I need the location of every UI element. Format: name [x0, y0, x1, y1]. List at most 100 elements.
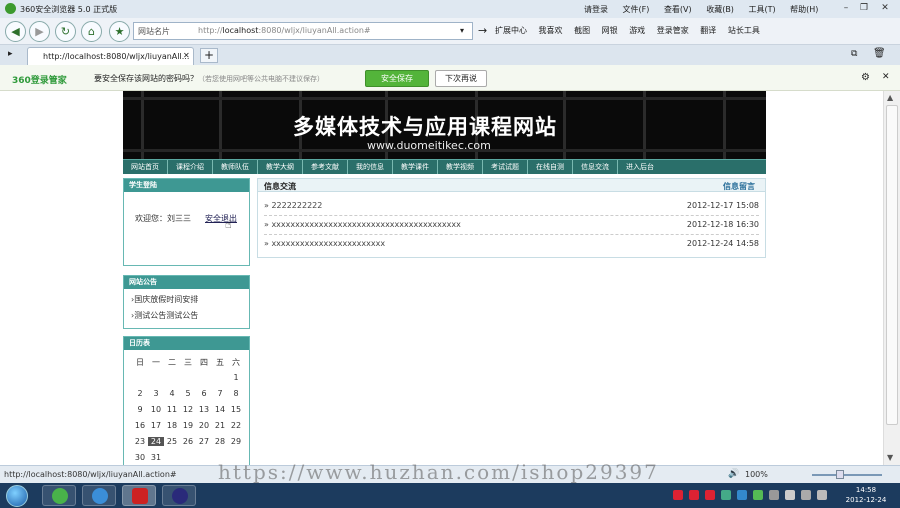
calendar-day[interactable]: 16: [132, 421, 148, 430]
calendar-day[interactable]: 22: [228, 421, 244, 430]
taskbar-clock[interactable]: 14:58 2012-12-24: [836, 485, 896, 505]
calendar-day[interactable]: 5: [180, 389, 196, 398]
nav-self-test[interactable]: 在线自测: [528, 160, 573, 174]
speaker-icon[interactable]: [817, 490, 827, 500]
scroll-down-icon[interactable]: ▼: [887, 453, 893, 462]
zoom-level[interactable]: 100%: [745, 470, 768, 479]
nav-my-info[interactable]: 我的信息: [348, 160, 393, 174]
menu-tools[interactable]: 工具(T): [748, 5, 775, 14]
login-manager-button[interactable]: 登录管家: [657, 26, 689, 35]
restore-tabs-icon[interactable]: ⧉: [851, 49, 857, 59]
home-icon[interactable]: ⌂: [81, 21, 102, 42]
calendar-day[interactable]: 7: [212, 389, 228, 398]
tray-icon[interactable]: [689, 490, 699, 500]
zoom-slider[interactable]: [812, 474, 882, 476]
nav-references[interactable]: 参考文献: [303, 160, 348, 174]
later-button[interactable]: 下次再说: [435, 70, 487, 87]
close-tab-icon[interactable]: ✕: [183, 51, 190, 60]
menu-view[interactable]: 查看(V): [664, 5, 692, 14]
calendar-day[interactable]: 12: [180, 405, 196, 414]
calendar-day[interactable]: 1: [228, 373, 244, 382]
minimize-icon[interactable]: –: [837, 2, 855, 15]
like-button[interactable]: 我喜欢: [539, 26, 563, 35]
network-icon[interactable]: [801, 490, 811, 500]
calendar-day[interactable]: 31: [148, 453, 164, 462]
calendar-day[interactable]: 8: [228, 389, 244, 398]
nav-admin[interactable]: 进入后台: [618, 160, 662, 174]
message-title[interactable]: » 2222222222: [264, 201, 322, 210]
calendar-day[interactable]: 28: [212, 437, 228, 446]
tray-icon[interactable]: [769, 490, 779, 500]
calendar-day[interactable]: 25: [164, 437, 180, 446]
webmaster-tools-button[interactable]: 站长工具: [728, 26, 760, 35]
calendar-day[interactable]: 9: [132, 405, 148, 414]
taskbar-360-browser[interactable]: [42, 485, 76, 506]
screenshot-button[interactable]: 截图: [574, 26, 590, 35]
calendar-day[interactable]: 19: [180, 421, 196, 430]
tray-icon[interactable]: [705, 490, 715, 500]
games-button[interactable]: 游戏: [629, 26, 645, 35]
tray-icon[interactable]: [673, 490, 683, 500]
nav-teachers[interactable]: 教师队伍: [213, 160, 258, 174]
calendar-day[interactable]: 4: [164, 389, 180, 398]
menu-favorites[interactable]: 收藏(B): [706, 5, 734, 14]
calendar-day[interactable]: 14: [212, 405, 228, 414]
sidebar-toggle-icon[interactable]: ▸: [8, 49, 13, 59]
nav-syllabus[interactable]: 教学大纲: [258, 160, 303, 174]
message-row[interactable]: » xxxxxxxxxxxxxxxxxxxxxxxx 2012-12-24 14…: [264, 236, 759, 254]
calendar-day[interactable]: 26: [180, 437, 196, 446]
calendar-day[interactable]: 20: [196, 421, 212, 430]
favorite-star-icon[interactable]: ★: [109, 21, 130, 42]
nav-courseware[interactable]: 教学课件: [393, 160, 438, 174]
calendar-day[interactable]: 2: [132, 389, 148, 398]
back-icon[interactable]: ◀: [5, 21, 26, 42]
scroll-up-icon[interactable]: ▲: [887, 93, 893, 102]
refresh-icon[interactable]: ↻: [55, 21, 76, 42]
translate-button[interactable]: 翻译: [700, 26, 716, 35]
calendar-day[interactable]: 3: [148, 389, 164, 398]
nav-home[interactable]: 网站首页: [123, 160, 168, 174]
calendar-day[interactable]: 30: [132, 453, 148, 462]
tray-icon[interactable]: [721, 490, 731, 500]
tray-icon[interactable]: [737, 490, 747, 500]
calendar-day[interactable]: 6: [196, 389, 212, 398]
address-dropdown-icon[interactable]: ▾: [460, 26, 464, 35]
start-button[interactable]: [6, 485, 28, 507]
leave-message-link[interactable]: 信息留言: [723, 181, 755, 192]
tray-icon[interactable]: [785, 490, 795, 500]
trash-icon[interactable]: 🗑: [873, 48, 886, 59]
tab-liuyan[interactable]: http://localhost:8080/wljx/liuyanAll... …: [27, 47, 194, 65]
calendar-day[interactable]: 15: [228, 405, 244, 414]
calendar-day[interactable]: 27: [196, 437, 212, 446]
vertical-scrollbar[interactable]: ▲ ▼: [883, 91, 900, 465]
calendar-day[interactable]: 10: [148, 405, 164, 414]
go-icon[interactable]: →: [478, 24, 487, 37]
address-url[interactable]: http://localhost:8080/wljx/liuyanAll.act…: [198, 26, 371, 35]
calendar-day[interactable]: 23: [132, 437, 148, 446]
scrollbar-thumb[interactable]: [886, 105, 898, 425]
zoom-slider-knob[interactable]: [836, 470, 844, 479]
calendar-day[interactable]: 18: [164, 421, 180, 430]
forward-icon[interactable]: ▶: [29, 21, 50, 42]
nav-course-intro[interactable]: 课程介绍: [168, 160, 213, 174]
notice-item[interactable]: ›国庆放假时间安排: [131, 294, 198, 305]
taskbar-eclipse[interactable]: [162, 485, 196, 506]
menu-login[interactable]: 请登录: [584, 5, 608, 14]
calendar-day[interactable]: 29: [228, 437, 244, 446]
online-bank-button[interactable]: 网银: [602, 26, 618, 35]
volume-icon[interactable]: 🔊: [728, 469, 739, 479]
menu-help[interactable]: 帮助(H): [790, 5, 818, 14]
taskbar-app-red[interactable]: [122, 485, 156, 506]
notice-item[interactable]: ›测试公告测试公告: [131, 310, 198, 321]
close-window-icon[interactable]: ✕: [876, 2, 894, 15]
calendar-day[interactable]: 17: [148, 421, 164, 430]
site-card-dropdown[interactable]: 网站名片: [138, 26, 170, 37]
address-bar[interactable]: 网站名片 http://localhost:8080/wljx/liuyanAl…: [133, 22, 473, 40]
save-password-button[interactable]: 安全保存: [365, 70, 429, 87]
new-tab-button[interactable]: +: [200, 48, 218, 63]
calendar-day[interactable]: 11: [164, 405, 180, 414]
message-row[interactable]: » xxxxxxxxxxxxxxxxxxxxxxxxxxxxxxxxxxxxxx…: [264, 217, 759, 235]
logout-link[interactable]: 安全退出: [205, 213, 237, 224]
calendar-today[interactable]: 24: [148, 437, 164, 446]
maximize-icon[interactable]: ❐: [855, 2, 873, 15]
